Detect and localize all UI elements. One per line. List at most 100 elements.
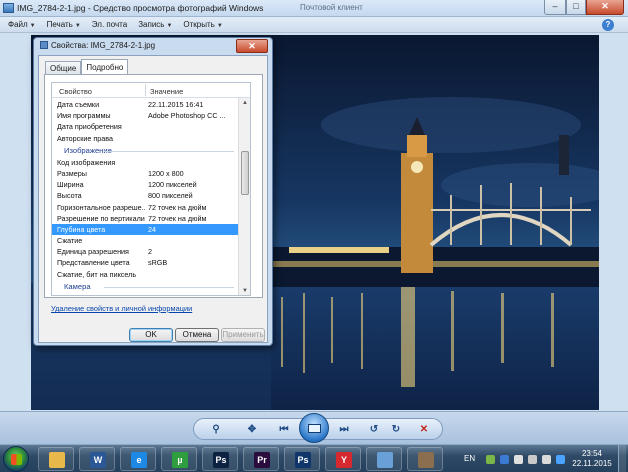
tray-app-icon[interactable] bbox=[486, 455, 495, 464]
tab-general[interactable]: Общие bbox=[45, 61, 82, 74]
menu-file[interactable]: Файл ▼ bbox=[8, 20, 36, 29]
taskbar-yandex-app[interactable]: Y bbox=[325, 447, 361, 471]
column-header-property[interactable]: Свойство bbox=[59, 87, 92, 96]
taskbar: We µ Ps Pr Ps Y EN 23:54 22.11.2015 bbox=[0, 444, 628, 472]
cancel-button[interactable]: Отмена bbox=[175, 328, 219, 342]
property-row[interactable]: Имя программы Adobe Photoshop CC ... bbox=[52, 110, 238, 121]
tab-details[interactable]: Подробно bbox=[81, 59, 129, 74]
property-name: Авторские права bbox=[57, 133, 114, 143]
clock-time: 23:54 bbox=[581, 449, 603, 458]
column-header-value[interactable]: Значение bbox=[150, 87, 183, 96]
property-row[interactable]: Дата съемки 22.11.2015 16:41 bbox=[52, 99, 238, 110]
property-row[interactable]: Размеры 1200 x 800 bbox=[52, 168, 238, 179]
list-scrollbar[interactable]: ▲ ▼ bbox=[238, 98, 250, 295]
property-name: Глубина цвета bbox=[57, 224, 106, 234]
scroll-up-icon[interactable]: ▲ bbox=[241, 99, 249, 107]
delete-icon[interactable]: ✕ bbox=[416, 423, 432, 437]
background-window-title: Почтовой клиент bbox=[300, 3, 363, 12]
show-desktop-button[interactable] bbox=[618, 445, 626, 472]
property-row[interactable]: Сжатие, бит на пиксель bbox=[52, 269, 238, 280]
menu-print[interactable]: Печать ▼ bbox=[47, 20, 81, 29]
window-title: IMG_2784-2-1.jpg - Средство просмотра фо… bbox=[17, 3, 264, 13]
menu-open[interactable]: Открыть ▼ bbox=[183, 20, 222, 29]
fit-window-icon[interactable]: ✥ bbox=[244, 423, 260, 437]
property-row[interactable]: Горизонтальное разреше... 72 точек на дюй… bbox=[52, 202, 238, 213]
rotate-ccw-icon[interactable]: ↺ bbox=[366, 423, 382, 437]
dialog-title: Свойства: IMG_2784-2-1.jpg bbox=[40, 41, 155, 50]
photo-viewer-app-icon bbox=[377, 452, 393, 468]
maximize-button[interactable]: □ bbox=[566, 0, 586, 15]
taskbar-gallery-app[interactable] bbox=[407, 447, 443, 471]
yandex-app-icon: Y bbox=[336, 452, 352, 468]
slideshow-icon bbox=[308, 424, 321, 433]
language-indicator[interactable]: EN bbox=[464, 454, 475, 463]
next-icon[interactable]: ⏭ bbox=[336, 423, 352, 437]
word-app-icon: W bbox=[90, 452, 106, 468]
taskbar-ie-app[interactable]: e bbox=[120, 447, 156, 471]
help-icon[interactable]: ? bbox=[602, 19, 614, 31]
tray-app-icon[interactable] bbox=[514, 455, 523, 464]
taskbar-utorrent-app[interactable]: µ bbox=[161, 447, 197, 471]
property-name: Ширина bbox=[57, 180, 84, 190]
tray-app-icon[interactable] bbox=[500, 455, 509, 464]
photoshop-app-icon: Ps bbox=[213, 452, 229, 468]
property-row[interactable]: Разрешение по вертикали 72 точек на дюйм bbox=[52, 213, 238, 224]
network-icon[interactable] bbox=[528, 455, 537, 464]
menu-burn[interactable]: Запись ▼ bbox=[138, 20, 172, 29]
property-name: Единица разрешения bbox=[57, 247, 129, 257]
dialog-close-button[interactable]: ✕ bbox=[236, 39, 268, 53]
remove-properties-link[interactable]: Удаление свойств и личной информации bbox=[51, 304, 192, 313]
photo-viewer-icon bbox=[3, 3, 14, 13]
photoshop-file-app-icon: Ps bbox=[295, 452, 311, 468]
property-row[interactable]: Код изображения bbox=[52, 157, 238, 168]
property-row[interactable]: Камера - изготовительCanon bbox=[52, 293, 238, 295]
volume-icon[interactable] bbox=[542, 455, 551, 464]
rotate-cw-icon[interactable]: ↻ bbox=[388, 423, 404, 437]
apply-button[interactable]: Применить bbox=[221, 328, 265, 342]
chevron-down-icon: ▼ bbox=[74, 23, 81, 29]
start-button[interactable] bbox=[3, 446, 29, 472]
close-button[interactable]: ✕ bbox=[586, 0, 624, 15]
viewer-controls: ⚲ ✥ ⏮ ⏭ ↺ ↻ ✕ bbox=[0, 411, 628, 444]
explorer-app-icon bbox=[49, 452, 65, 468]
property-row[interactable]: Авторские права bbox=[52, 133, 238, 144]
taskbar-photoshop-app[interactable]: Ps bbox=[202, 447, 238, 471]
chevron-down-icon: ▼ bbox=[216, 23, 223, 29]
scroll-thumb[interactable] bbox=[241, 151, 249, 195]
menu-email[interactable]: Эл. почта bbox=[92, 20, 127, 29]
property-name: Сжатие, бит на пиксель bbox=[57, 269, 137, 279]
minimize-button[interactable]: – bbox=[544, 0, 566, 15]
property-row[interactable]: Дата приобретения bbox=[52, 121, 238, 132]
taskbar-word-app[interactable]: W bbox=[79, 447, 115, 471]
taskbar-photoshop-file-app[interactable]: Ps bbox=[284, 447, 320, 471]
property-value: 1200 x 800 bbox=[148, 168, 184, 178]
property-name: Горизонтальное разреше... bbox=[57, 202, 145, 212]
clock[interactable]: 23:54 22.11.2015 bbox=[570, 449, 614, 469]
property-row[interactable]: Ширина 1200 пикселей bbox=[52, 179, 238, 190]
scroll-down-icon[interactable]: ▼ bbox=[241, 287, 249, 295]
taskbar-premiere-app[interactable]: Pr bbox=[243, 447, 279, 471]
property-value: 24 bbox=[148, 224, 156, 234]
property-row[interactable]: Единица разрешения 2 bbox=[52, 246, 238, 257]
utorrent-app-icon: µ bbox=[172, 452, 188, 468]
slideshow-button[interactable] bbox=[299, 413, 329, 443]
property-row[interactable]: Глубина цвета 24 bbox=[52, 223, 238, 236]
system-tray: EN 23:54 22.11.2015 bbox=[456, 445, 626, 472]
taskbar-explorer-app[interactable] bbox=[38, 447, 74, 471]
tray-app-icon[interactable] bbox=[556, 455, 565, 464]
zoom-icon[interactable]: ⚲ bbox=[208, 423, 224, 437]
property-name: Имя программы bbox=[57, 111, 111, 121]
property-row[interactable]: Представление цвета sRGB bbox=[52, 257, 238, 268]
taskbar-photo-viewer-app[interactable] bbox=[366, 447, 402, 471]
property-name: Высота bbox=[57, 191, 82, 201]
property-value: 1200 пикселей bbox=[148, 180, 197, 190]
property-row[interactable]: Высота 800 пикселей bbox=[52, 190, 238, 201]
property-group-header: Камера bbox=[52, 280, 238, 293]
property-value: Canon bbox=[148, 294, 234, 295]
property-name: Дата съемки bbox=[57, 100, 100, 109]
properties-list[interactable]: Свойство Значение Дата съемки 22.11.2015 … bbox=[51, 82, 251, 296]
property-row[interactable]: Сжатие bbox=[52, 235, 238, 246]
ok-button[interactable]: OK bbox=[129, 328, 173, 342]
previous-icon[interactable]: ⏮ bbox=[276, 423, 292, 437]
menu-bar: Файл ▼ Печать ▼ Эл. почта Запись ▼ Открыть ▼… bbox=[0, 17, 628, 33]
